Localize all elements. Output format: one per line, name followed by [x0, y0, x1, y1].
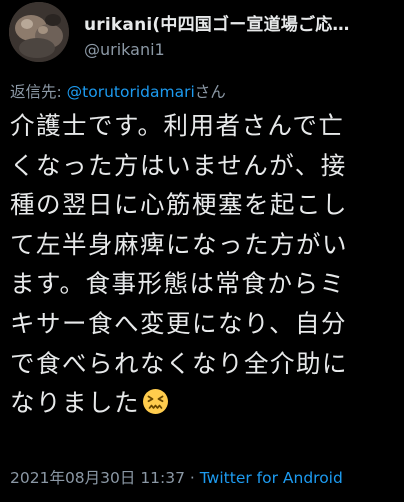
tweet-timestamp[interactable]: 2021年08月30日 11:37 [10, 469, 185, 487]
tweet-text-line: 種の翌日に心筋梗塞を起こし [10, 190, 348, 220]
tweet-text-last-line: なりました [10, 383, 402, 423]
avatar[interactable] [9, 2, 69, 62]
tweet-text-line: なりました [10, 388, 140, 418]
confounded-face-emoji-icon [142, 387, 169, 415]
reply-mention-link[interactable]: @torutoridamari [67, 83, 195, 101]
tweet-text-line: くなった方はいませんが、接 [10, 150, 347, 180]
tweet-meta: 2021年08月30日 11:37 · Twitter for Android [10, 466, 343, 488]
tweet-text-line: 介護士です。利用者さんで亡 [10, 111, 345, 140]
reply-to-line: 返信先: @torutoridamariさん [10, 80, 226, 102]
reply-to-suffix: さん [194, 83, 226, 101]
tweet-text-line: キサー食へ変更になり、自分 [10, 308, 348, 338]
tweet-text-line: で食べられなくなり全介助に [10, 348, 348, 378]
reply-to-prefix: 返信先: [10, 83, 67, 101]
avatar-image [9, 2, 69, 62]
tweet-card: urikani(中四国ゴー宣道場ご応… @urikani1 返信先: @toru… [0, 0, 404, 502]
meta-separator: · [185, 469, 200, 487]
tweet-text-line: て左半身麻痺になった方がい [10, 229, 348, 259]
tweet-text: 介護士です。利用者さんで亡 くなった方はいませんが、接 種の翌日に心筋梗塞を起こ… [10, 106, 402, 423]
tweet-text-line: ます。食事形態は常食からミ [10, 269, 346, 299]
user-handle[interactable]: @urikani1 [84, 40, 165, 59]
display-name[interactable]: urikani(中四国ゴー宣道場ご応… [84, 10, 384, 35]
tweet-source-link[interactable]: Twitter for Android [200, 469, 343, 487]
